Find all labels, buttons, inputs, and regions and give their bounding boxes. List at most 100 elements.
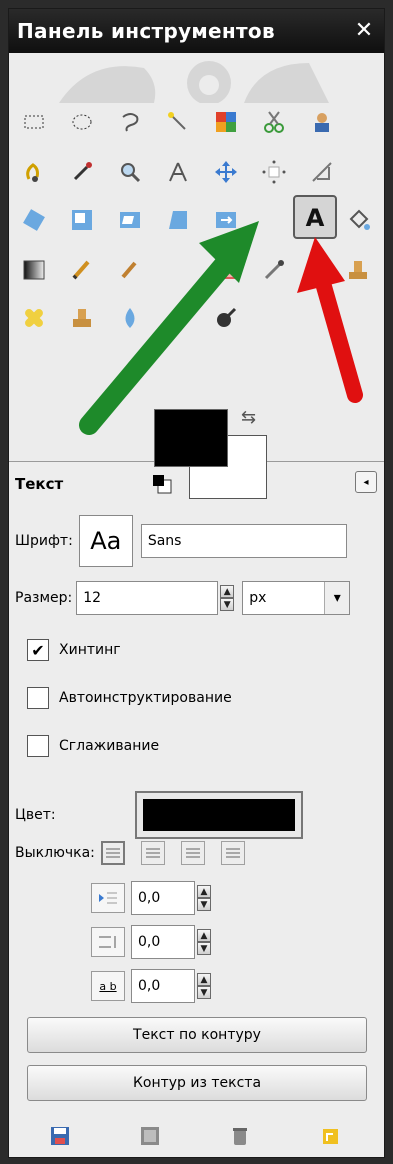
justify-right-button[interactable] <box>140 841 165 865</box>
window-title: Панель инструментов <box>17 19 275 43</box>
autohint-label: Автоинструктирование <box>59 690 232 706</box>
color-label: Цвет: <box>15 807 56 823</box>
size-spinner[interactable]: ▲ ▼ <box>220 583 236 613</box>
line-spacing-icon <box>91 927 125 957</box>
line-spacing-spinner[interactable]: ▲ ▼ <box>197 927 213 957</box>
color-picker-icon[interactable] <box>63 153 101 191</box>
text-tool-icon[interactable]: A <box>293 195 337 239</box>
justify-center-button[interactable] <box>180 841 205 865</box>
justify-row: Выключка: <box>15 841 261 865</box>
letter-spacing-row: a b 0,0 ▲ ▼ <box>91 969 213 1003</box>
path-from-text-button[interactable]: Контур из текста <box>27 1065 367 1101</box>
autohint-checkbox[interactable] <box>27 687 49 709</box>
text-along-path-button[interactable]: Текст по контуру <box>27 1017 367 1053</box>
perspective-clone-icon[interactable] <box>63 299 101 337</box>
restore-icon[interactable] <box>135 1121 165 1151</box>
free-select-icon[interactable] <box>111 103 149 141</box>
shear-icon[interactable] <box>111 201 149 239</box>
indent-spinner[interactable]: ▲ ▼ <box>197 883 213 913</box>
size-label: Размер: <box>15 590 73 606</box>
dodge-burn-icon[interactable] <box>207 299 245 337</box>
ink-icon[interactable] <box>303 251 341 289</box>
size-row: Размер: 12 ▲ ▼ px ▾ <box>15 581 351 615</box>
indent-value: 0,0 <box>138 890 161 906</box>
paths-icon[interactable] <box>15 153 53 191</box>
clone-icon[interactable] <box>339 251 377 289</box>
close-icon[interactable]: ✕ <box>352 19 376 43</box>
line-spacing-value: 0,0 <box>138 934 161 950</box>
line-spacing-input[interactable]: 0,0 <box>131 925 195 959</box>
rotate-icon[interactable] <box>15 201 53 239</box>
size-value: 12 <box>83 590 102 606</box>
font-value: Sans <box>147 533 182 549</box>
pencil-icon[interactable] <box>63 251 101 289</box>
bucket-fill-icon[interactable] <box>339 201 377 239</box>
antialias-row[interactable]: Сглаживание <box>27 735 159 757</box>
bottom-toolbar <box>9 1117 384 1157</box>
color-row: Цвет: <box>15 791 303 839</box>
delete-icon[interactable] <box>225 1121 255 1151</box>
swap-colors-icon[interactable]: ⇆ <box>241 407 256 428</box>
unit-value: px <box>249 590 267 606</box>
justify-fill-button[interactable] <box>220 841 245 865</box>
letter-spacing-spinner[interactable]: ▲ ▼ <box>197 971 213 1001</box>
smudge-icon[interactable] <box>159 299 197 337</box>
blend-icon[interactable] <box>15 251 53 289</box>
crop-icon[interactable] <box>303 153 341 191</box>
blur-icon[interactable] <box>111 299 149 337</box>
hinting-row[interactable]: ✔ Хинтинг <box>27 639 121 661</box>
title-bar[interactable]: Панель инструментов ✕ <box>9 9 384 53</box>
flip-icon[interactable] <box>207 201 245 239</box>
font-input[interactable]: Sans <box>140 524 347 558</box>
default-colors-icon[interactable] <box>151 473 173 495</box>
autohint-row[interactable]: Автоинструктирование <box>27 687 232 709</box>
move-icon[interactable] <box>207 153 245 191</box>
wilber-drop-area-icon <box>59 61 329 103</box>
antialias-checkbox[interactable] <box>27 735 49 757</box>
font-preview-button[interactable]: Aa <box>78 515 133 567</box>
color-select-icon[interactable] <box>207 103 245 141</box>
letter-spacing-icon-text: a b <box>99 979 117 993</box>
hinting-label: Хинтинг <box>59 642 121 658</box>
eraser-icon[interactable] <box>207 251 245 289</box>
perspective-icon[interactable] <box>159 201 197 239</box>
color-button[interactable] <box>135 791 303 839</box>
indent-input[interactable]: 0,0 <box>131 881 195 915</box>
paintbrush-icon[interactable] <box>111 251 149 289</box>
letter-spacing-value: 0,0 <box>138 978 161 994</box>
indent-row: 0,0 ▲ ▼ <box>91 881 213 915</box>
foreground-select-icon[interactable] <box>303 103 341 141</box>
justify-label: Выключка: <box>15 845 95 861</box>
text-along-path-label: Текст по контуру <box>133 1027 261 1043</box>
foreground-color-swatch[interactable] <box>154 409 228 467</box>
scale-icon[interactable] <box>63 201 101 239</box>
font-row: Шрифт: Aa Sans <box>15 515 347 567</box>
chevron-down-icon[interactable]: ▾ <box>324 582 350 614</box>
letter-spacing-icon: a b <box>91 971 125 1001</box>
zoom-icon[interactable] <box>111 153 149 191</box>
font-label: Шрифт: <box>15 533 73 549</box>
tools-area: A ⇆ <box>9 53 384 499</box>
options-title: Текст <box>15 475 64 493</box>
indent-icon <box>91 883 125 913</box>
antialias-label: Сглаживание <box>59 738 160 754</box>
size-input[interactable]: 12 <box>76 581 219 615</box>
heal-icon[interactable] <box>15 299 53 337</box>
align-icon[interactable] <box>255 153 293 191</box>
airbrush-icon[interactable] <box>255 251 293 289</box>
fuzzy-select-icon[interactable] <box>159 103 197 141</box>
options-menu-icon[interactable]: ◂ <box>355 471 377 493</box>
save-icon[interactable] <box>45 1121 75 1151</box>
toolbox-window: Панель инструментов ✕ A ⇆ Текст ◂ Шрифт:… <box>8 8 385 1158</box>
reset-icon[interactable] <box>315 1121 345 1151</box>
svg-text:A: A <box>306 204 325 232</box>
ellipse-select-icon[interactable] <box>63 103 101 141</box>
line-spacing-row: 0,0 ▲ ▼ <box>91 925 213 959</box>
hinting-checkbox[interactable]: ✔ <box>27 639 49 661</box>
rect-select-icon[interactable] <box>15 103 53 141</box>
unit-select[interactable]: px ▾ <box>242 581 351 615</box>
measure-icon[interactable] <box>159 153 197 191</box>
justify-left-button[interactable] <box>100 841 125 865</box>
letter-spacing-input[interactable]: 0,0 <box>131 969 195 1003</box>
scissors-icon[interactable] <box>255 103 293 141</box>
